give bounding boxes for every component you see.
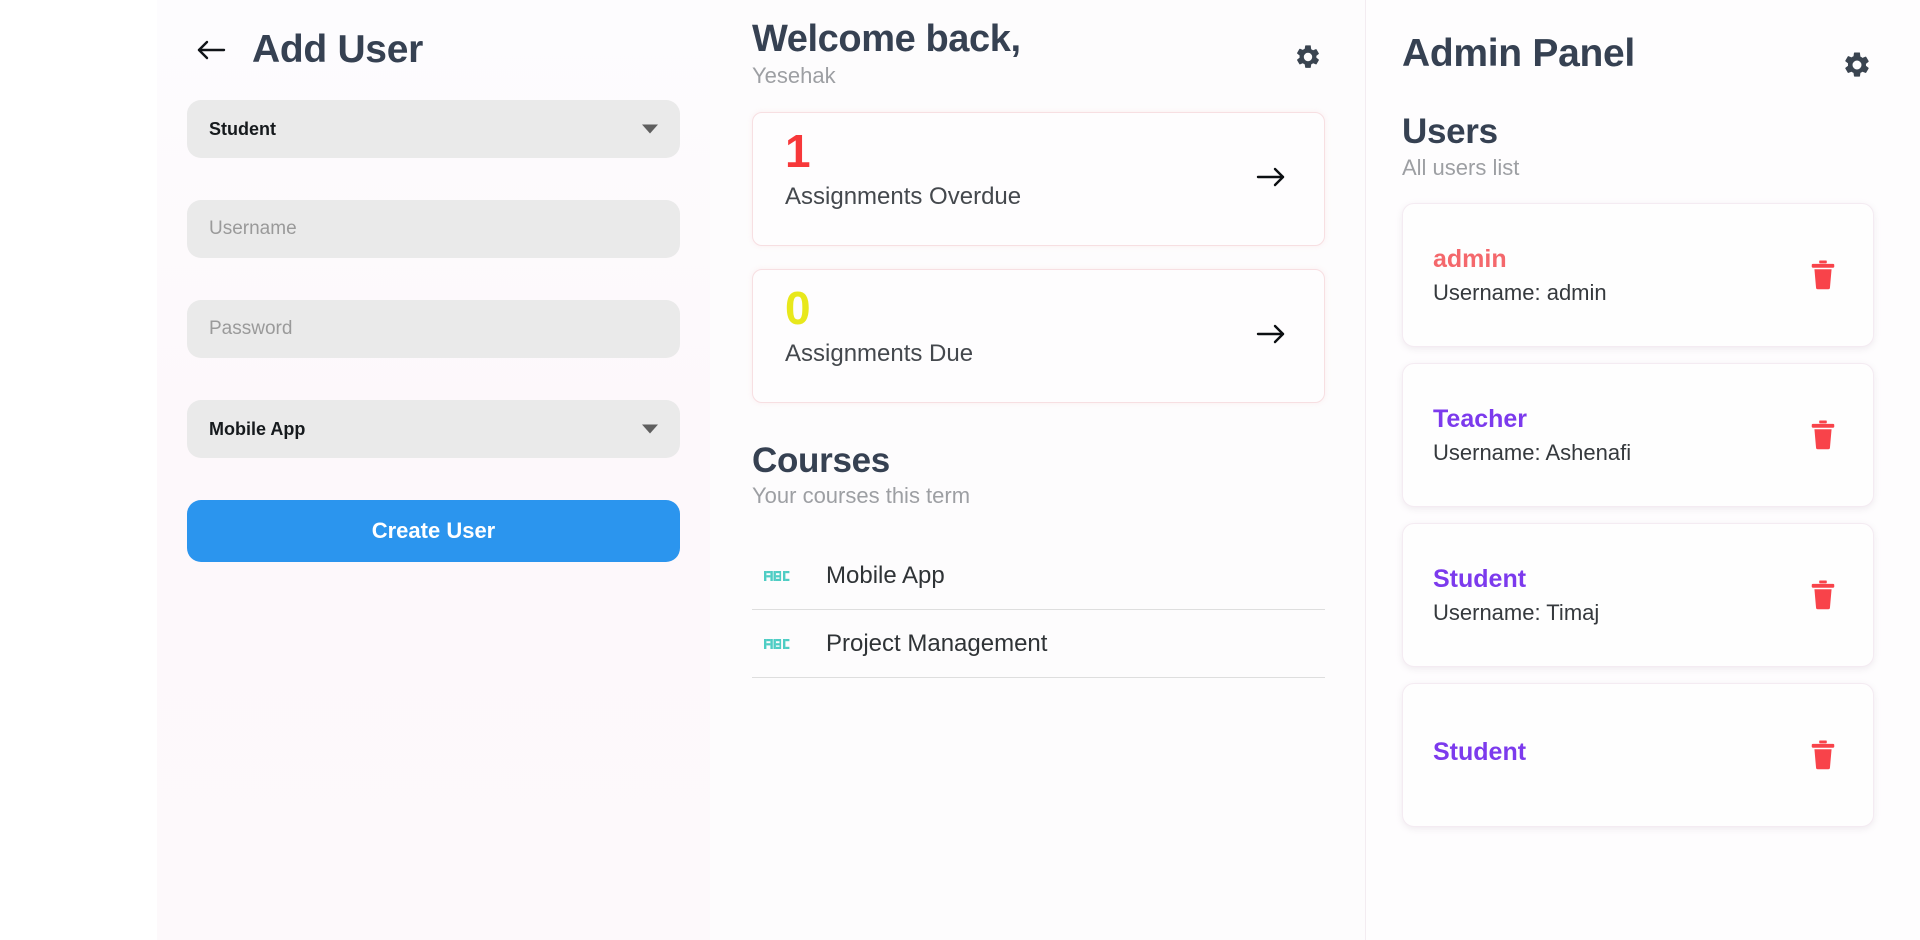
gear-icon[interactable] [1840,48,1874,82]
admin-header: Admin Panel [1402,0,1874,100]
user-role: Student [1433,565,1527,594]
course-select-value: Mobile App [209,418,306,439]
arrow-right-icon[interactable] [1256,164,1286,194]
back-arrow-icon[interactable] [190,29,232,71]
user-info: Student [1433,737,1526,772]
course-list: Mobile App Project Management [752,542,1325,678]
user-card[interactable]: Student Username: Timaj [1402,523,1874,667]
password-placeholder: Password [209,318,293,339]
user-card[interactable]: Teacher Username: Ashenafi [1402,363,1874,507]
stat-cards: 1 Assignments Overdue 0 Assignments Due [752,112,1325,403]
user-card[interactable]: Student [1402,683,1874,827]
user-role: Student [1433,738,1527,767]
users-header: Users All users list [1402,112,1874,181]
user-username: Username: admin [1433,279,1607,305]
username-field[interactable]: Username [187,200,680,258]
abc-icon [764,637,798,651]
add-user-panel: Add User Student Username Password Mobil… [157,0,710,940]
user-info: admin Username: admin [1433,244,1607,305]
welcome-user-name: Yesehak [752,62,836,88]
course-name: Project Management [826,629,1048,657]
chevron-down-icon [642,424,658,434]
admin-panel: Admin Panel Users All users list admin U… [1365,0,1920,940]
left-gutter [0,0,157,940]
stat-label-overdue: Assignments Overdue [785,183,1022,211]
add-user-form: Student Username Password Mobile App Cre… [182,100,685,562]
stat-card-due[interactable]: 0 Assignments Due [752,269,1325,403]
courses-title: Courses [752,441,890,480]
courses-subtitle: Your courses this term [752,483,971,508]
user-role: admin [1433,245,1507,274]
dashboard-panel: Welcome back, Yesehak 1 Assignments Over… [710,0,1365,940]
course-list-item[interactable]: Project Management [752,610,1325,678]
password-field[interactable]: Password [187,300,680,358]
users-title: Users [1402,112,1498,151]
role-select-value: Student [209,118,276,139]
abc-icon [764,569,798,583]
course-name: Mobile App [826,561,945,589]
course-select[interactable]: Mobile App [187,400,680,458]
users-subtitle: All users list [1402,155,1520,180]
user-username: Username: Ashenafi [1433,439,1632,465]
trash-icon[interactable] [1803,733,1843,777]
trash-icon[interactable] [1803,253,1843,297]
add-user-title: Add User [252,28,423,71]
role-select[interactable]: Student [187,100,680,158]
dashboard-header: Welcome back, Yesehak [752,0,1325,112]
user-info: Student Username: Timaj [1433,564,1599,625]
welcome-title: Welcome back, [752,18,1021,60]
trash-icon[interactable] [1803,573,1843,617]
chevron-down-icon [642,124,658,134]
stat-number-overdue: 1 [785,125,811,177]
users-list: admin Username: admin Teacher Username: … [1402,203,1874,827]
stat-card-overdue[interactable]: 1 Assignments Overdue [752,112,1325,246]
create-user-button[interactable]: Create User [187,500,680,562]
app-screen: Add User Student Username Password Mobil… [0,0,1920,940]
user-info: Teacher Username: Ashenafi [1433,404,1631,465]
gear-icon[interactable] [1291,40,1325,74]
stat-number-due: 0 [785,282,811,334]
courses-header: Courses Your courses this term [752,441,1325,509]
welcome-block: Welcome back, Yesehak [752,18,1021,89]
admin-panel-title: Admin Panel [1402,32,1635,75]
add-user-header: Add User [182,0,685,100]
user-username: Username: Timaj [1433,599,1600,625]
user-role: Teacher [1433,405,1528,434]
user-card[interactable]: admin Username: admin [1402,203,1874,347]
stat-label-due: Assignments Due [785,340,974,368]
username-placeholder: Username [209,218,297,239]
trash-icon[interactable] [1803,413,1843,457]
arrow-right-icon[interactable] [1256,321,1286,351]
course-list-item[interactable]: Mobile App [752,542,1325,610]
